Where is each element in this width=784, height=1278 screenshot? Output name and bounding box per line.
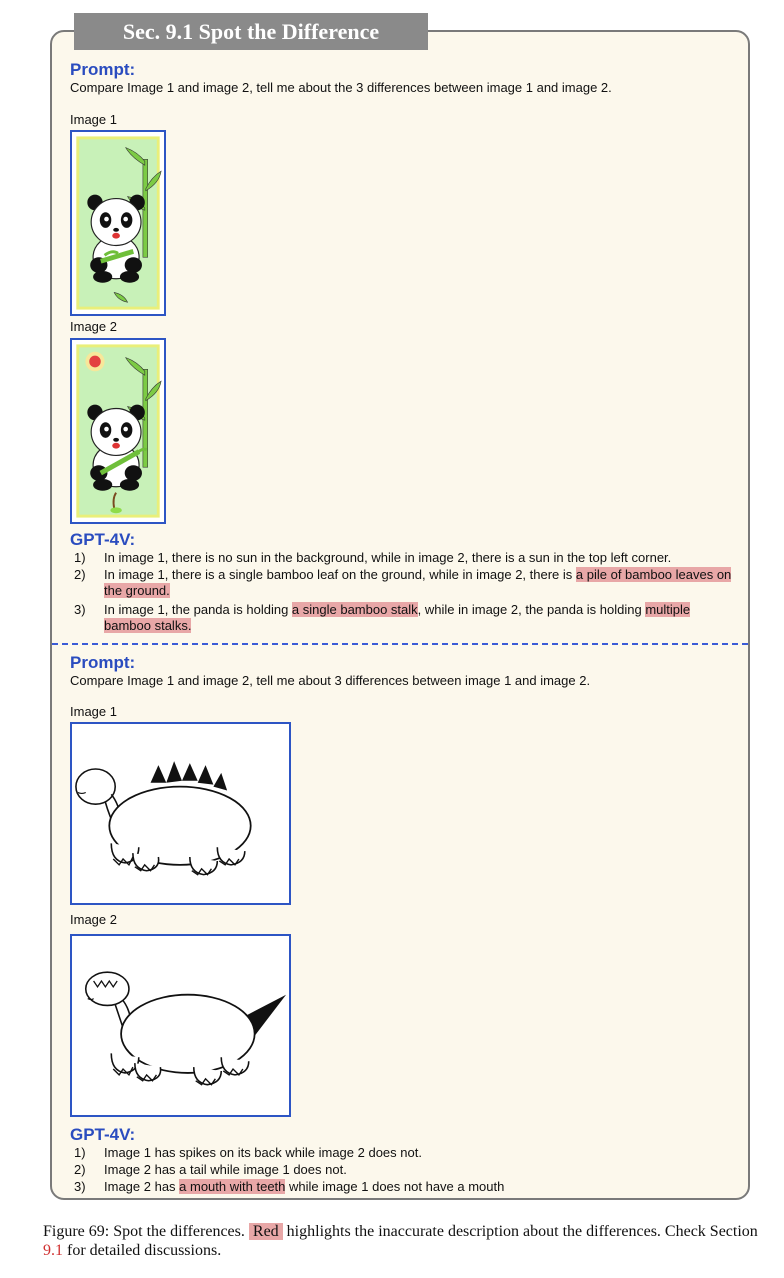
- caption-red-tag: Red: [248, 1223, 283, 1240]
- turtle-image-1: [70, 722, 291, 905]
- response-item: 3) In image 1, the panda is holding a si…: [70, 602, 740, 634]
- panda-image-1: [70, 130, 166, 316]
- response-item: 2) In image 1, there is a single bamboo …: [70, 567, 740, 599]
- prompt-text-2: Compare Image 1 and image 2, tell me abo…: [70, 673, 591, 688]
- panda-image-2: [70, 338, 166, 524]
- item-text: In image 1, there is no sun in the backg…: [104, 550, 672, 565]
- item-number: 2): [74, 1162, 86, 1177]
- item-number: 1): [74, 550, 86, 565]
- item-number: 1): [74, 1145, 86, 1160]
- item-text: In image 1, the panda is holding: [104, 602, 292, 617]
- highlight-inaccurate: a mouth with teeth: [179, 1179, 286, 1194]
- turtle-image-2: [70, 934, 291, 1117]
- response-list-2: 1) Image 1 has spikes on its back while …: [70, 1145, 740, 1196]
- response-heading-1: GPT-4V:: [70, 530, 136, 549]
- image2-label-1: Image 2: [70, 319, 117, 334]
- prompt-text-1: Compare Image 1 and image 2, tell me abo…: [70, 80, 612, 95]
- item-text: Image 2 has a tail while image 1 does no…: [104, 1162, 347, 1177]
- caption-middle: highlights the inaccurate description ab…: [282, 1223, 758, 1240]
- item-text: Image 1 has spikes on its back while ima…: [104, 1145, 422, 1160]
- response-list-1: 1) In image 1, there is no sun in the ba…: [70, 550, 740, 635]
- item-text: , while in image 2, the panda is holding: [417, 602, 646, 617]
- section-divider: [52, 643, 748, 645]
- item-number: 2): [74, 567, 86, 582]
- prompt-heading-1: Prompt:: [70, 60, 136, 79]
- item-number: 3): [74, 1179, 86, 1194]
- figure-caption: Figure 69: Spot the differences. Red hig…: [43, 1222, 763, 1260]
- item-text: In image 1, there is a single bamboo lea…: [104, 567, 576, 582]
- response-item: 2) Image 2 has a tail while image 1 does…: [70, 1162, 740, 1178]
- image1-label-2: Image 1: [70, 704, 117, 719]
- item-number: 3): [74, 602, 86, 617]
- caption-suffix: for detailed discussions.: [63, 1242, 222, 1259]
- caption-prefix: Figure 69: Spot the differences.: [43, 1223, 249, 1240]
- prompt-heading-2: Prompt:: [70, 653, 136, 672]
- response-item: 3) Image 2 has a mouth with teeth while …: [70, 1179, 740, 1195]
- item-text: Image 2 has: [104, 1179, 180, 1194]
- image1-label-1: Image 1: [70, 112, 117, 127]
- section-title: Sec. 9.1 Spot the Difference: [74, 13, 428, 50]
- response-item: 1) In image 1, there is no sun in the ba…: [70, 550, 740, 566]
- highlight-inaccurate: a single bamboo stalk: [291, 602, 418, 617]
- response-heading-2: GPT-4V:: [70, 1125, 136, 1144]
- item-text: while image 1 does not have a mouth: [285, 1179, 505, 1194]
- image2-label-2: Image 2: [70, 912, 117, 927]
- section-ref-link[interactable]: 9.1: [43, 1242, 63, 1259]
- response-item: 1) Image 1 has spikes on its back while …: [70, 1145, 740, 1161]
